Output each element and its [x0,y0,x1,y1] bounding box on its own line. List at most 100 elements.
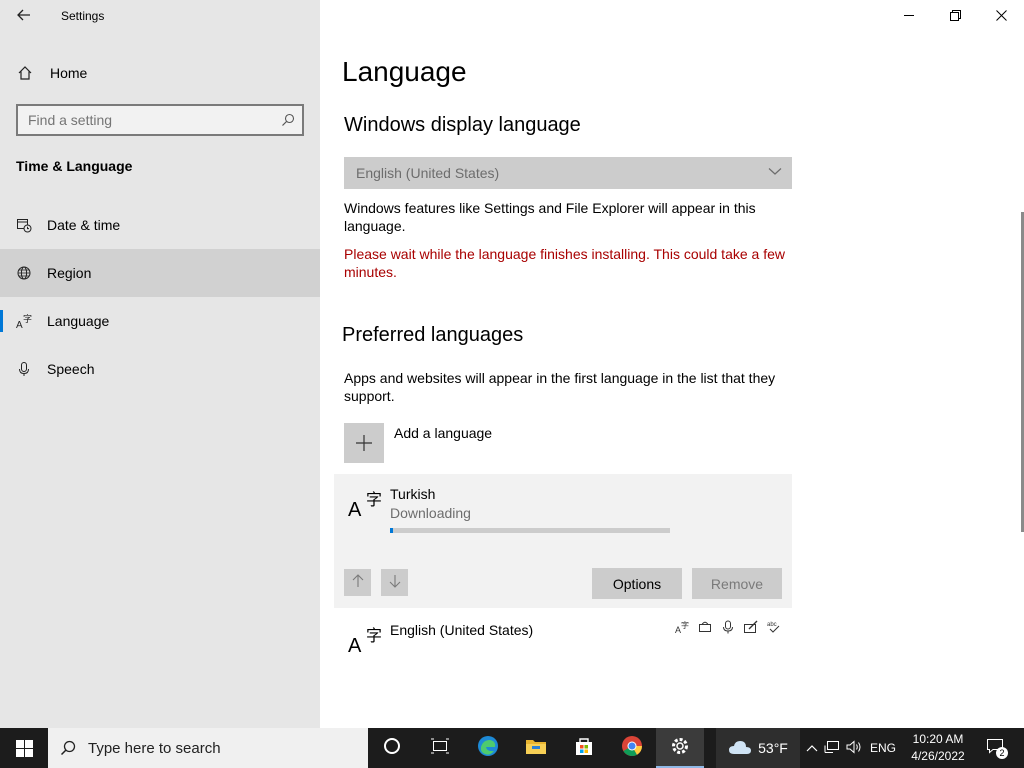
plus-icon [344,423,384,463]
taskbar-clock[interactable]: 10:20 AM 4/26/2022 [908,731,968,765]
cloud-icon [728,739,752,758]
taskbar-chrome[interactable] [608,728,656,768]
main-content: Language Windows display language Englis… [320,0,1024,728]
network-icon[interactable] [821,740,843,757]
preferred-languages-heading: Preferred languages [342,324,524,346]
arrow-down-icon [389,574,401,591]
display-language-description: Windows features like Settings and File … [344,200,756,234]
options-button[interactable]: Options [592,568,682,599]
edge-browser-icon [477,735,499,762]
download-progress-bar [390,528,670,533]
microphone-icon [720,620,736,637]
arrow-left-icon [17,8,31,25]
language-name: English (United States) [390,622,534,638]
minimize-button[interactable] [886,0,932,32]
clock-date: 4/26/2022 [911,749,965,763]
microphone-icon [0,361,47,377]
taskbar-search-placeholder: Type here to search [88,739,221,757]
svg-text:abc: abc [767,622,777,628]
action-center-button[interactable]: 2 [980,728,1010,768]
install-warning: Please wait while the language finishes … [344,246,785,280]
restore-icon [949,9,961,24]
handwriting-icon [743,620,759,637]
language-item-turkish[interactable]: A字 Turkish Downloading Options Remove [334,474,792,608]
chrome-browser-icon [621,735,643,762]
section-title: Time & Language [16,158,133,174]
gear-icon [670,736,690,761]
task-view-button[interactable] [416,728,464,768]
remove-button[interactable]: Remove [692,568,782,599]
language-name: Turkish [390,486,436,502]
taskbar-settings[interactable] [656,728,704,768]
search-icon [48,740,88,756]
move-down-button[interactable] [381,569,408,596]
selection-indicator [0,310,3,332]
cortana-circle-icon [383,737,401,760]
notification-count-badge: 2 [996,747,1008,759]
dropdown-value: English (United States) [356,165,500,181]
nav-home[interactable]: Home [0,55,320,91]
sidebar-item-speech[interactable]: Speech [0,345,320,393]
close-icon [995,9,1007,24]
task-view-icon [430,738,450,759]
folder-icon [525,737,547,760]
taskbar-file-explorer[interactable] [512,728,560,768]
language-icon: A字 [348,628,382,657]
back-button[interactable] [10,4,38,28]
language-icon: A字 [0,313,47,329]
chevron-down-icon [768,164,782,181]
calendar-clock-icon [0,217,47,233]
arrow-up-icon [352,574,364,591]
input-language-indicator[interactable]: ENG [865,741,901,755]
language-status: Downloading [390,505,471,521]
store-bag-icon [574,736,594,761]
spellcheck-icon: abc [766,620,782,637]
sidebar-item-label: Speech [47,361,95,377]
sidebar-item-region[interactable]: Region [0,249,320,297]
sidebar-item-language[interactable]: A字 Language [0,297,320,345]
cortana-button[interactable] [368,728,416,768]
page-title: Language [342,56,467,87]
download-progress-fill [390,528,393,533]
weather-temperature: 53°F [758,740,788,756]
display-language-heading: Windows display language [344,114,581,136]
restore-button[interactable] [932,0,978,32]
sidebar-item-label: Region [47,265,92,281]
sidebar-item-label: Date & time [47,217,121,233]
clock-time: 10:20 AM [912,732,964,746]
sidebar-item-label: Language [47,313,110,329]
settings-search-input[interactable] [28,112,274,128]
close-button[interactable] [978,0,1024,32]
text-to-speech-feature-icon [697,620,713,637]
settings-search-box[interactable] [16,104,304,136]
svg-text:A: A [16,320,23,329]
windows-logo-icon [15,739,33,757]
taskbar-edge[interactable] [464,728,512,768]
preferred-languages-description: Apps and websites will appear in the fir… [344,370,776,404]
chevron-up-icon[interactable] [803,741,821,755]
svg-text:字: 字 [23,313,32,325]
add-language-button[interactable]: Add a language [344,423,492,463]
system-tray: ENG [803,728,901,768]
volume-icon[interactable] [843,739,865,757]
language-feature-icons: A字 abc [674,620,782,637]
app-title: Settings [61,9,105,23]
svg-text:字: 字 [681,620,689,630]
display-language-dropdown[interactable]: English (United States) [344,157,792,189]
settings-sidebar: Settings Home Time & Language Date & tim… [0,0,320,728]
start-button[interactable] [0,728,48,768]
move-up-button[interactable] [344,569,371,596]
search-icon [274,113,302,127]
taskbar: Type here to search 53°F ENG 10:20 AM 4/… [0,728,1024,768]
language-icon: A字 [348,492,382,521]
home-icon [0,65,50,81]
taskbar-store[interactable] [560,728,608,768]
sidebar-item-date-time[interactable]: Date & time [0,201,320,249]
taskbar-search-box[interactable]: Type here to search [48,728,368,768]
minimize-icon [903,9,915,24]
title-bar-left: Settings [0,0,320,32]
nav-home-label: Home [50,65,88,81]
add-language-label: Add a language [394,425,493,441]
display-language-feature-icon: A字 [674,620,690,637]
weather-widget[interactable]: 53°F [716,728,800,768]
